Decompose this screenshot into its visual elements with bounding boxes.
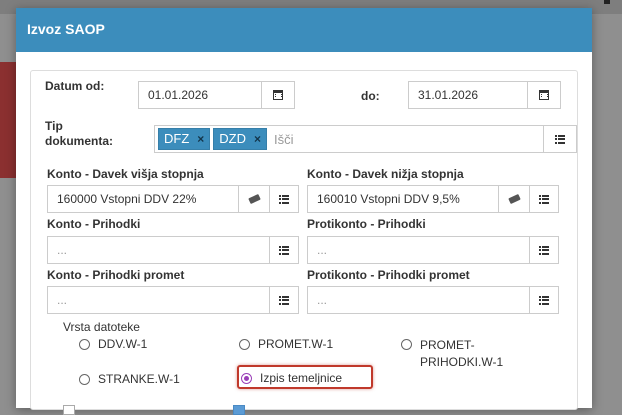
- modal-title: Izvoz SAOP: [27, 21, 105, 37]
- konto-nizja-input[interactable]: 160010 Vstopni DDV 9,5%: [307, 185, 499, 213]
- protikonto-prihodki-label: Protikonto - Prihodki: [307, 217, 426, 231]
- datum-od-input[interactable]: 01.01.2026: [138, 81, 262, 109]
- tag-label: DZD: [219, 131, 247, 146]
- radio-stranke-w1[interactable]: STRANKE.W-1: [79, 372, 180, 386]
- radio-label: Izpis temeljnice: [260, 371, 343, 385]
- calendar-icon: [273, 90, 283, 100]
- radio-label: PROMET- PRIHODKI.W-1: [420, 338, 504, 369]
- tag-remove-icon[interactable]: ×: [197, 128, 204, 150]
- tip-label-line2: dokumenta:: [45, 134, 114, 148]
- background-panel-fragment: [0, 62, 16, 178]
- tip-dokumenta-label: Tip dokumenta:: [45, 119, 113, 149]
- konto-prihodki-promet-label: Konto - Prihodki promet: [47, 268, 185, 282]
- konto-visja-input[interactable]: 160000 Vstopni DDV 22%: [47, 185, 239, 213]
- list-icon: [279, 295, 289, 305]
- datum-do-input[interactable]: 31.01.2026: [408, 81, 532, 109]
- konto-prihodki-promet-list-button[interactable]: [269, 286, 299, 314]
- radio-label: PROMET.W-1: [258, 337, 334, 351]
- protikonto-prihodki-list-button[interactable]: [529, 236, 559, 264]
- protikonto-prihodki-promet-list-button[interactable]: [529, 286, 559, 314]
- datum-od-label: Datum od:: [45, 79, 105, 93]
- eraser-icon: [247, 193, 261, 205]
- konto-prihodki-list-button[interactable]: [269, 236, 299, 264]
- list-icon: [279, 194, 289, 204]
- konto-visja-label: Konto - Davek višja stopnja: [47, 167, 204, 181]
- protikonto-prihodki-promet-label: Protikonto - Prihodki promet: [307, 268, 470, 282]
- konto-nizja-clear-button[interactable]: [498, 185, 530, 213]
- tip-dokumenta-tag-input[interactable]: DFZ × DZD × Išči: [154, 125, 544, 153]
- tag-dfz: DFZ ×: [158, 128, 211, 150]
- datum-do-label: do:: [361, 89, 380, 103]
- protikonto-prihodki-promet-input[interactable]: ...: [307, 286, 531, 314]
- konto-prihodki-label: Konto - Prihodki: [47, 217, 141, 231]
- konto-nizja-list-button[interactable]: [529, 185, 559, 213]
- background-fragment: [604, 0, 610, 4]
- tag-remove-icon[interactable]: ×: [254, 128, 261, 150]
- checkbox-partial[interactable]: [63, 405, 75, 415]
- list-icon: [279, 245, 289, 255]
- konto-visja-clear-button[interactable]: [238, 185, 270, 213]
- konto-visja-list-button[interactable]: [269, 185, 299, 213]
- konto-prihodki-input[interactable]: ...: [47, 236, 271, 264]
- datum-do-calendar-button[interactable]: [527, 81, 561, 109]
- list-icon: [539, 194, 549, 204]
- radio-circle[interactable]: [239, 339, 250, 350]
- tag-search-input[interactable]: Išči: [274, 132, 294, 147]
- export-modal: Izvoz SAOP Datum od: 01.01.2026 do: 31.0…: [16, 8, 592, 415]
- calendar-icon: [539, 90, 549, 100]
- list-icon: [539, 245, 549, 255]
- radio-circle[interactable]: [241, 373, 252, 384]
- tip-label-line1: Tip: [45, 119, 63, 133]
- list-icon: [555, 134, 565, 144]
- vrsta-datoteke-label: Vrsta datoteke: [63, 320, 140, 334]
- radio-label: DDV.W-1: [98, 337, 148, 351]
- radio-circle[interactable]: [79, 339, 90, 350]
- radio-izpis-temeljnice[interactable]: Izpis temeljnice: [241, 371, 342, 385]
- tag-dzd: DZD ×: [213, 128, 268, 150]
- konto-nizja-label: Konto - Davek nižja stopnja: [307, 167, 464, 181]
- form-panel: Datum od: 01.01.2026 do: 31.01.2026 Tip …: [30, 70, 578, 415]
- protikonto-prihodki-input[interactable]: ...: [307, 236, 531, 264]
- radio-label: STRANKE.W-1: [98, 372, 180, 386]
- tip-dokumenta-list-button[interactable]: [543, 125, 577, 153]
- radio-circle[interactable]: [401, 339, 412, 350]
- eraser-icon: [507, 193, 521, 205]
- checkbox-partial-checked[interactable]: [233, 405, 245, 415]
- radio-circle[interactable]: [79, 374, 90, 385]
- konto-prihodki-promet-input[interactable]: ...: [47, 286, 271, 314]
- datum-od-calendar-button[interactable]: [261, 81, 295, 109]
- radio-ddv-w1[interactable]: DDV.W-1: [79, 337, 147, 351]
- radio-promet-prihodki-w1[interactable]: PROMET- PRIHODKI.W-1: [401, 337, 503, 371]
- radio-promet-w1[interactable]: PROMET.W-1: [239, 337, 333, 351]
- tag-label: DFZ: [164, 131, 190, 146]
- modal-header: Izvoz SAOP: [16, 8, 592, 52]
- list-icon: [539, 295, 549, 305]
